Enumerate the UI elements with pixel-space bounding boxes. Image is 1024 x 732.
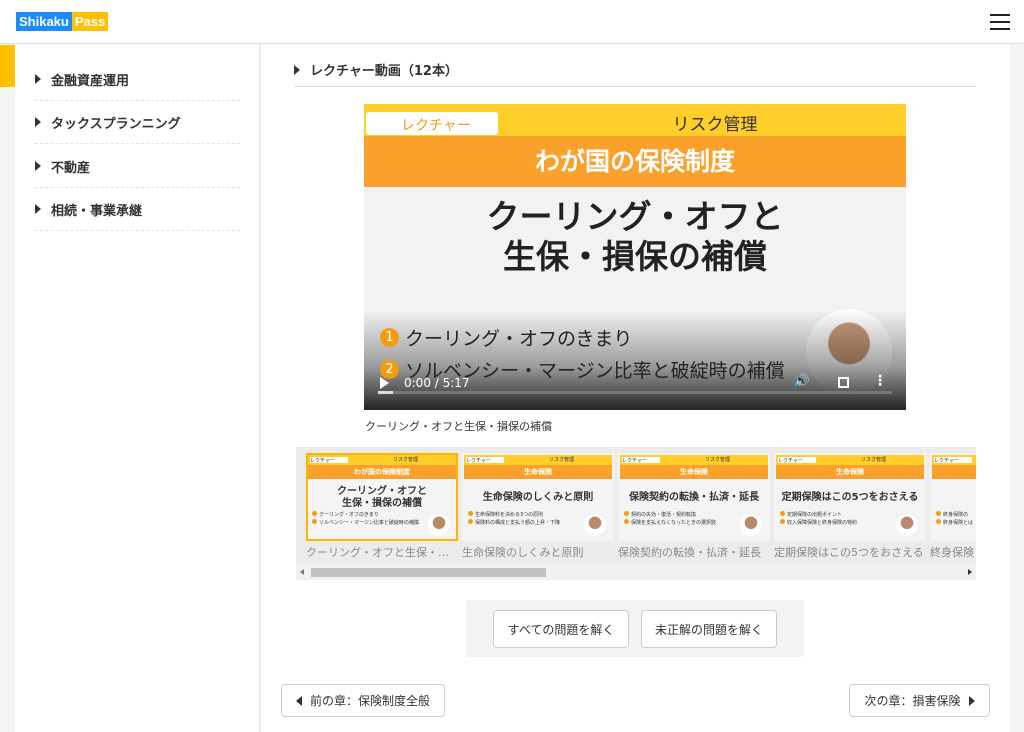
thumbnail-caption: 定期保険はこの5つをおさえる — [774, 546, 924, 559]
thumbnail-badge: レクチャー — [934, 457, 972, 464]
logo-text-left: Shikaku — [16, 12, 72, 31]
video-title-line1: クーリング・オフと — [486, 197, 784, 236]
thumbnail-image: レクチャーリスク管理 生命保険 終身保険 終身保険の 終身保険とは — [930, 453, 976, 541]
thumbnail-item[interactable]: レクチャーリスク管理 生命保険 終身保険 終身保険の 終身保険とは 終身保険 — [930, 453, 976, 560]
video-point-2: ソルベンシー・マージン比率と破綻時の補償 — [405, 360, 785, 382]
hamburger-menu-icon[interactable] — [990, 14, 1010, 30]
thumbnail-point: 契約の失効・復活・契約転換 — [631, 512, 697, 518]
sidebar-item-inheritance[interactable]: 相続・事業承継 — [35, 188, 240, 231]
thumbnail-category: リスク管理 — [705, 457, 731, 463]
thumbnail-caption: 生命保険のしくみと原則 — [462, 546, 584, 559]
thumbnail-badge: レクチャー — [466, 457, 504, 464]
video-point-1: クーリング・オフのきまり — [405, 328, 633, 350]
caret-right-icon — [35, 74, 41, 84]
sidebar-item-financial-assets[interactable]: 金融資産運用 — [35, 58, 240, 101]
video-category: リスク管理 — [672, 115, 758, 135]
thumbnail-point: 保険を支払えなくなったときの選択肢 — [631, 520, 717, 526]
thumbnail-chapter: 生命保険 — [776, 465, 924, 479]
solve-all-button[interactable]: すべての問題を解く — [493, 610, 629, 648]
lecture-section-toggle[interactable]: レクチャー動画（12本） — [294, 53, 976, 87]
logo-text-right: Pass — [71, 12, 109, 31]
video-player[interactable]: レクチャー リスク管理 わが国の保険制度 クーリング・オフと 生保・損保の補償 0:… — [364, 104, 906, 410]
horizontal-scrollbar[interactable] — [296, 565, 976, 580]
prev-chapter-button[interactable]: 前の章：保険制度全般 — [281, 684, 445, 717]
thumbnail-image: レクチャー リスク管理 生命保険 生命保険のしくみと原則 生命保険料を決める3つの… — [462, 453, 614, 541]
solve-incorrect-button[interactable]: 未正解の問題を解く — [641, 610, 777, 648]
thumbnail-point: 保険料の構成と支払う額の上昇・下降 — [475, 520, 561, 526]
more-options-icon[interactable]: ⋮ — [873, 373, 887, 389]
thumbnail-point: 終身保険とは — [943, 520, 974, 526]
thumbnail-point: 生命保険料を決める3つの原則 — [475, 512, 544, 518]
video-caption: クーリング・オフと生保・損保の補償 — [365, 420, 552, 433]
thumbnail-title: クーリング・オフと 生保・損保の補償 — [337, 486, 427, 509]
thumbnail-point: 収入保障保険と終身保険の特約 — [787, 520, 858, 526]
thumbnail-badge: レクチャー — [310, 457, 348, 464]
thumbnail-point: クーリング・オフのきまり — [319, 512, 379, 518]
video-point-row-1: 1 クーリング・オフのきまり — [380, 324, 632, 351]
main-content: レクチャー動画（12本） レクチャー リスク管理 わが国の保険制度 クーリング・オ… — [261, 45, 1010, 732]
thumbnail-item[interactable]: レクチャー リスク管理 生命保険 生命保険のしくみと原則 生命保険料を決める3つの… — [462, 453, 614, 560]
video-progress-bar[interactable] — [378, 391, 892, 394]
fullscreen-icon[interactable] — [838, 377, 849, 388]
thumbnail-item[interactable]: レクチャー リスク管理 わが国の保険制度 クーリング・オフと 生保・損保の補償 ク… — [306, 453, 458, 560]
thumbnail-title: 保険契約の転換・払済・延長 — [629, 492, 759, 503]
thumbnail-caption: 保険契約の転換・払済・延長 — [618, 546, 761, 559]
logo[interactable]: Shikaku Pass — [16, 12, 109, 31]
scroll-left-icon[interactable] — [300, 569, 304, 575]
caret-left-icon — [295, 695, 302, 706]
sidebar-item-tax-planning[interactable]: タックスプランニング — [35, 101, 240, 144]
thumbnail-badge: レクチャー — [622, 457, 660, 464]
thumbnail-title: 定期保険はこの5つをおさえる — [781, 492, 919, 503]
caret-right-icon — [968, 695, 975, 706]
caret-right-icon — [35, 117, 41, 127]
thumbnail-image: レクチャー リスク管理 生命保険 定期保険はこの5つをおさえる 定期保険の出題ポイ… — [774, 453, 926, 541]
sidebar-item-label: 相続・事業承継 — [51, 203, 143, 219]
next-chapter-button[interactable]: 次の章：損害保険 — [849, 684, 990, 717]
video-point-row-2: 2 ソルベンシー・マージン比率と破綻時の補償 — [380, 356, 785, 383]
lecture-heading: レクチャー動画（12本） — [310, 64, 458, 79]
sidebar-item-label: 不動産 — [51, 160, 91, 176]
volume-icon[interactable]: 🔊 — [794, 374, 810, 389]
thumbnail-caption: クーリング・オフと生保・損保の補償 — [306, 546, 458, 559]
caret-right-icon — [35, 204, 41, 214]
thumbnail-chapter: 生命保険 — [620, 465, 768, 479]
thumbnail-point: 終身保険の — [943, 512, 969, 518]
thumbnail-item[interactable]: レクチャー リスク管理 生命保険 保険契約の転換・払済・延長 契約の失効・復活・契… — [618, 453, 770, 560]
thumbnail-item[interactable]: レクチャー リスク管理 生命保険 定期保険はこの5つをおさえる 定期保険の出題ポイ… — [774, 453, 926, 560]
thumbnail-category: リスク管理 — [393, 457, 419, 463]
thumbnail-category: リスク管理 — [549, 457, 575, 463]
thumbnail-chapter: 生命保険 — [932, 465, 976, 479]
header: Shikaku Pass — [0, 0, 1024, 44]
thumbnail-chapter: 生命保険 — [464, 465, 612, 479]
sidebar: 金融資産運用 タックスプランニング 不動産 相続・事業承継 — [15, 45, 260, 732]
thumbnail-chapter: わが国の保険制度 — [308, 465, 456, 479]
thumbnail-point: ソルベンシー・マージン比率と破綻時の補償 — [319, 520, 419, 526]
next-chapter-label: 次の章：損害保険 — [864, 694, 961, 708]
thumbnail-point: 定期保険の出題ポイント — [787, 512, 843, 518]
video-title-line2: 生保・損保の補償 — [503, 237, 767, 276]
prev-chapter-label: 前の章：保険制度全般 — [309, 694, 430, 708]
thumbnail-caption: 終身保険 — [930, 546, 974, 559]
thumbnail-category: リスク管理 — [861, 457, 887, 463]
active-indicator — [0, 45, 15, 87]
instructor-photo — [584, 514, 606, 536]
thumbnail-badge: レクチャー — [778, 457, 816, 464]
thumbnail-carousel: レクチャー リスク管理 わが国の保険制度 クーリング・オフと 生保・損保の補償 ク… — [296, 447, 976, 580]
scrollbar-thumb[interactable] — [311, 568, 546, 577]
instructor-photo — [428, 514, 450, 536]
thumbnail-title: 終身保険 — [932, 485, 976, 511]
caret-right-icon — [35, 161, 41, 171]
instructor-photo — [740, 514, 762, 536]
question-panel: すべての問題を解く 未正解の問題を解く — [466, 600, 804, 657]
thumbnail-title: 生命保険のしくみと原則 — [482, 492, 594, 503]
sidebar-item-label: 金融資産運用 — [51, 73, 130, 89]
thumbnail-image: レクチャー リスク管理 わが国の保険制度 クーリング・オフと 生保・損保の補償 ク… — [306, 453, 458, 541]
instructor-photo — [896, 514, 918, 536]
sidebar-item-real-estate[interactable]: 不動産 — [35, 145, 240, 188]
sidebar-item-label: タックスプランニング — [51, 116, 181, 132]
video-chapter: わが国の保険制度 — [364, 136, 906, 187]
caret-right-icon — [294, 64, 300, 75]
thumbnail-image: レクチャー リスク管理 生命保険 保険契約の転換・払済・延長 契約の失効・復活・契… — [618, 453, 770, 541]
scroll-right-icon[interactable] — [968, 569, 972, 575]
